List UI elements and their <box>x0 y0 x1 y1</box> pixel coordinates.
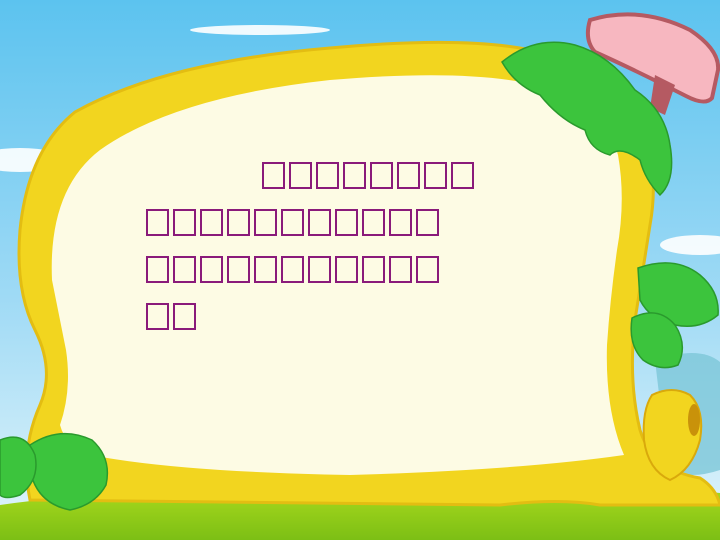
missing-glyph <box>451 162 474 189</box>
missing-glyph <box>289 162 312 189</box>
missing-glyph <box>146 209 169 236</box>
text-line-2 <box>146 199 486 246</box>
missing-glyph <box>316 162 339 189</box>
missing-glyph <box>281 209 304 236</box>
missing-glyph <box>281 256 304 283</box>
text-line-1 <box>146 152 486 199</box>
missing-glyph <box>389 256 412 283</box>
missing-glyph <box>227 209 250 236</box>
missing-glyph <box>308 256 331 283</box>
missing-glyph <box>397 162 420 189</box>
missing-glyph <box>416 256 439 283</box>
slide-canvas <box>0 0 720 540</box>
missing-glyph <box>200 256 223 283</box>
missing-glyph <box>254 256 277 283</box>
missing-glyph <box>173 209 196 236</box>
missing-glyph <box>335 209 358 236</box>
missing-glyph <box>416 209 439 236</box>
missing-glyph <box>343 162 366 189</box>
missing-glyph <box>146 256 169 283</box>
missing-glyph <box>362 209 385 236</box>
trunk-knot <box>688 404 700 436</box>
missing-glyph <box>308 209 331 236</box>
missing-glyph <box>362 256 385 283</box>
missing-glyph <box>254 209 277 236</box>
missing-glyph <box>262 162 285 189</box>
missing-glyph <box>146 303 169 330</box>
text-line-4 <box>146 293 486 340</box>
missing-glyph <box>173 303 196 330</box>
missing-glyph <box>370 162 393 189</box>
missing-glyph <box>227 256 250 283</box>
missing-glyph <box>335 256 358 283</box>
text-line-3 <box>146 246 486 293</box>
missing-glyph <box>389 209 412 236</box>
missing-glyph <box>424 162 447 189</box>
missing-glyph <box>200 209 223 236</box>
missing-glyph <box>173 256 196 283</box>
content-text-block <box>146 152 486 340</box>
